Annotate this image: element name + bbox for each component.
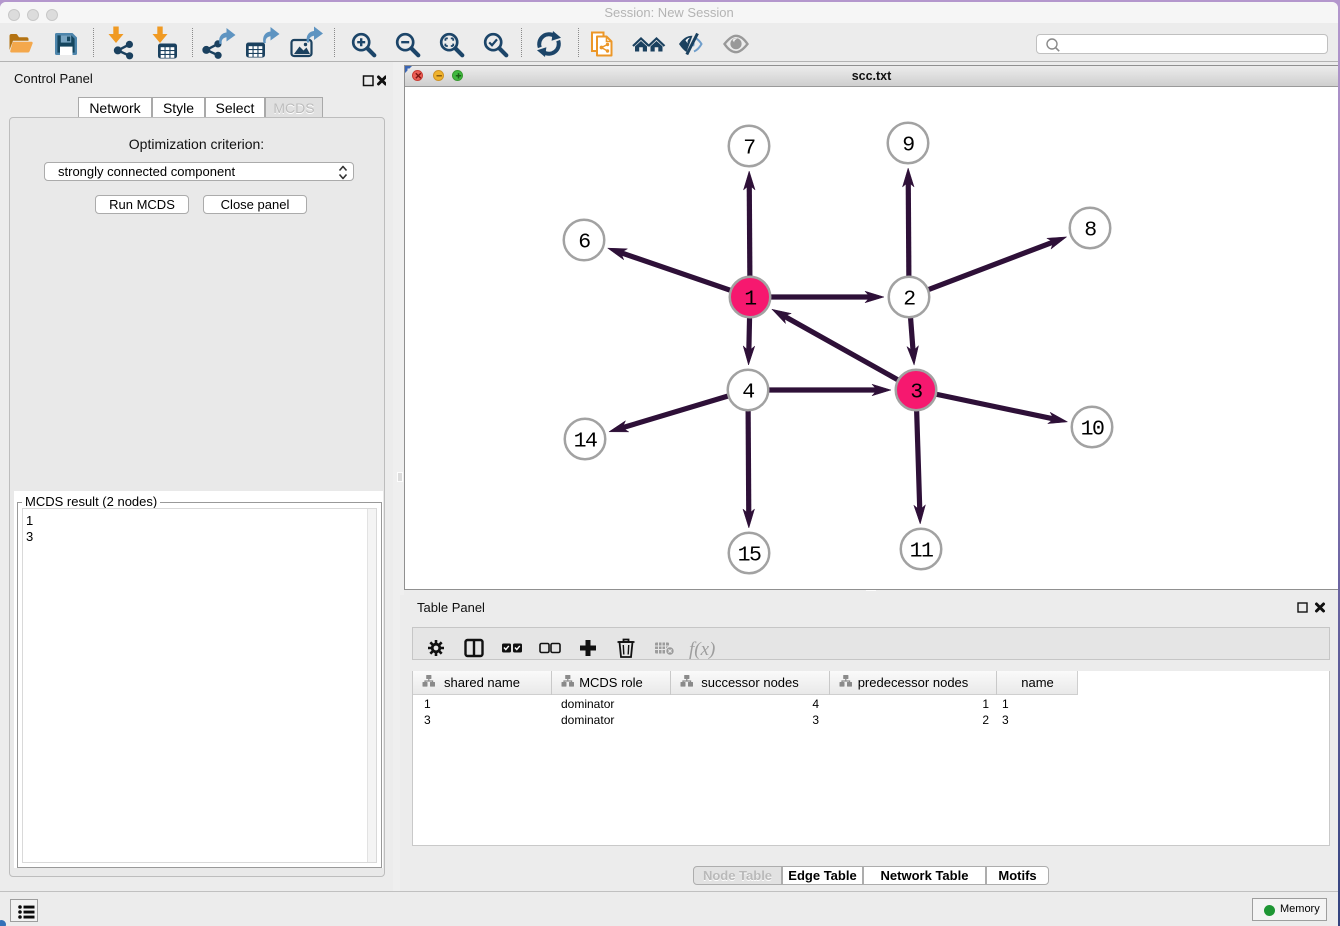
svg-text:9: 9 <box>902 134 914 158</box>
svg-text:2: 2 <box>903 288 915 312</box>
svg-text:f(x): f(x) <box>689 639 715 660</box>
svg-text:7: 7 <box>743 137 755 161</box>
svg-text:8: 8 <box>1084 219 1096 243</box>
svg-text:14: 14 <box>574 430 597 454</box>
svg-text:4: 4 <box>742 381 754 405</box>
svg-text:11: 11 <box>910 540 933 564</box>
svg-text:6: 6 <box>578 231 590 255</box>
svg-text:3: 3 <box>910 381 922 405</box>
svg-text:10: 10 <box>1081 418 1104 442</box>
svg-text:15: 15 <box>738 544 761 568</box>
svg-text:1: 1 <box>744 288 756 312</box>
